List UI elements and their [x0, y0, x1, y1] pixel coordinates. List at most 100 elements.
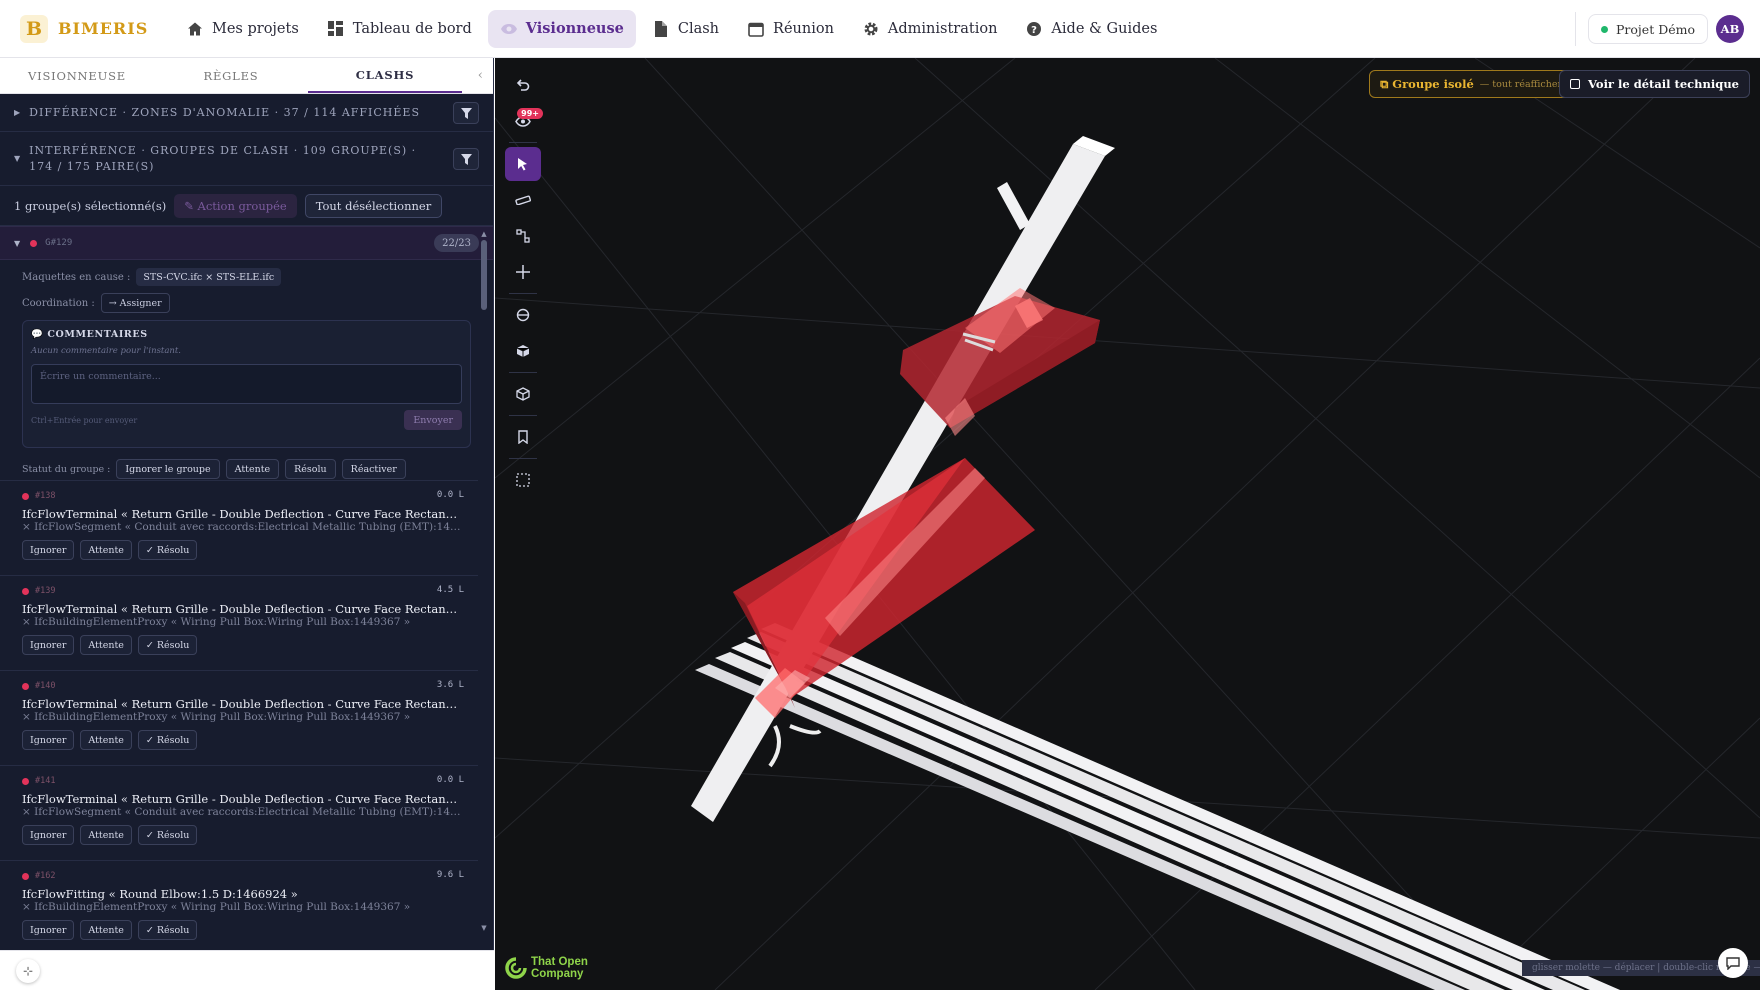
top-right-area: Projet Démo AB — [1575, 12, 1744, 46]
isolated-group-banner[interactable]: ⧉ Groupe isolé — tout réafficher × — [1369, 70, 1584, 98]
nav-tableau-de-bord[interactable]: Tableau de bord — [315, 10, 484, 48]
undo-icon[interactable] — [505, 68, 541, 102]
filter-button[interactable] — [453, 102, 479, 124]
select-cursor-icon[interactable] — [505, 147, 541, 181]
measure-icon[interactable] — [505, 183, 541, 217]
group-count-badge: 22/23 — [434, 234, 479, 252]
group-models: Maquettes en cause : STS-CVC.ifc × STS-E… — [0, 264, 493, 290]
bookmark-icon[interactable] — [505, 420, 541, 454]
selection-count: 1 groupe(s) sélectionné(s) — [14, 198, 167, 213]
ignore-button[interactable]: Ignorer — [22, 540, 75, 560]
ignore-button[interactable]: Ignorer — [22, 635, 75, 655]
technical-detail-toggle[interactable]: Voir le détail technique — [1559, 70, 1750, 98]
nav-administration[interactable]: Administration — [850, 10, 1010, 48]
clash-pair-item[interactable]: #138 0.0 L IfcFlowTerminal « Return Gril… — [0, 480, 478, 575]
clash-pair-item[interactable]: #141 0.0 L IfcFlowTerminal « Return Gril… — [0, 765, 478, 860]
wait-button[interactable]: Attente — [80, 635, 132, 655]
document-icon — [652, 20, 670, 38]
pair-distance: 0.0 L — [436, 775, 464, 785]
hidden-count-badge: 99+ — [517, 108, 543, 119]
models-value: STS-CVC.ifc × STS-ELE.ifc — [136, 268, 282, 286]
pair-element-a: IfcFlowFitting « Round Elbow:1.5 D:14669… — [22, 887, 298, 901]
filter-button[interactable] — [453, 148, 479, 170]
reactivate-group-button[interactable]: Réactiver — [341, 459, 406, 479]
wait-button[interactable]: Attente — [80, 920, 132, 940]
resolve-button[interactable]: ✓ Résolu — [137, 730, 198, 750]
crosshair-icon[interactable] — [505, 255, 541, 289]
wait-group-button[interactable]: Attente — [225, 459, 280, 479]
pair-element-b: × IfcFlowSegment « Conduit avec raccords… — [22, 521, 464, 533]
that-open-company-logo: That Open Company — [505, 956, 588, 980]
clash-group-header[interactable]: ▼ G#129 22/23 — [0, 226, 493, 260]
pair-element-b: × IfcBuildingElementProxy « Wiring Pull … — [22, 901, 411, 913]
section-difference[interactable]: ▶ DIFFÉRENCE · ZONES D'ANOMALIE · 37 / 1… — [0, 94, 493, 132]
project-selector[interactable]: Projet Démo — [1588, 14, 1708, 44]
pair-element-b: × IfcBuildingElementProxy « Wiring Pull … — [22, 616, 411, 628]
wait-button[interactable]: Attente — [80, 540, 132, 560]
visibility-icon[interactable]: 99+ — [505, 104, 543, 138]
resolve-button[interactable]: ✓ Résolu — [137, 920, 198, 940]
3d-viewport[interactable]: 99+ ⧉ Groupe isolé — tout réafficher × V… — [495, 58, 1760, 990]
section-interference[interactable]: ▼ INTERFÉRENCE · GROUPES DE CLASH · 109 … — [0, 132, 493, 186]
wireframe-cube-icon[interactable] — [505, 377, 541, 411]
resolve-button[interactable]: ✓ Résolu — [137, 635, 198, 655]
ignore-button[interactable]: Ignorer — [22, 825, 75, 845]
solid-cube-icon[interactable] — [505, 334, 541, 368]
box-select-icon[interactable] — [505, 463, 541, 497]
dashboard-icon — [327, 20, 345, 38]
dock-toggle-icon[interactable]: ⊹ — [16, 959, 40, 983]
isolated-label: Groupe isolé — [1392, 77, 1474, 91]
pair-element-a: IfcFlowTerminal « Return Grille - Double… — [22, 792, 464, 806]
deselect-all-button[interactable]: Tout désélectionner — [304, 193, 443, 218]
collapse-panel-icon[interactable]: ‹ — [478, 68, 483, 83]
scroll-up-icon[interactable]: ▲ — [479, 230, 489, 238]
collapse-triangle-icon: ▼ — [14, 154, 22, 163]
expand-triangle-icon: ▶ — [14, 108, 22, 117]
scroll-thumb[interactable] — [481, 240, 487, 310]
pair-distance: 3.6 L — [436, 680, 464, 690]
ignore-button[interactable]: Ignorer — [22, 920, 75, 940]
filter-icon — [460, 107, 472, 119]
section-interference-title: INTERFÉRENCE · GROUPES DE CLASH · 109 GR… — [29, 143, 417, 173]
group-id: G#129 — [45, 238, 73, 248]
tab-visionneuse[interactable]: VISIONNEUSE — [0, 58, 154, 93]
panel-scrollbar[interactable]: ▲ ▼ — [479, 230, 489, 940]
nav-clash[interactable]: Clash — [640, 10, 731, 48]
clash-pair-item[interactable]: #162 9.6 L IfcFlowFitting « Round Elbow:… — [0, 860, 478, 955]
send-comment-button[interactable]: Envoyer — [404, 410, 462, 430]
comment-input[interactable] — [31, 364, 462, 404]
tab-clashs[interactable]: CLASHS — [308, 58, 462, 93]
ignore-group-button[interactable]: Ignorer le groupe — [116, 459, 220, 479]
svg-text:?: ? — [1032, 25, 1038, 36]
clash-pair-list: #138 0.0 L IfcFlowTerminal « Return Gril… — [0, 480, 478, 955]
wait-button[interactable]: Attente — [80, 825, 132, 845]
tab-regles[interactable]: RÈGLES — [154, 58, 308, 93]
nav-aide-guides[interactable]: ? Aide & Guides — [1013, 10, 1169, 48]
wait-button[interactable]: Attente — [80, 730, 132, 750]
resolve-button[interactable]: ✓ Résolu — [137, 540, 198, 560]
chat-bubble-icon[interactable] — [1718, 948, 1748, 978]
clash-pair-item[interactable]: #140 3.6 L IfcFlowTerminal « Return Gril… — [0, 670, 478, 765]
nav-mes-projets[interactable]: Mes projets — [174, 10, 311, 48]
gear-icon — [862, 20, 880, 38]
selection-bar: 1 groupe(s) sélectionné(s) ✎ Action grou… — [0, 186, 493, 226]
resolve-button[interactable]: ✓ Résolu — [137, 825, 198, 845]
comments-title: 💬 COMMENTAIRES — [31, 329, 148, 340]
group-coordination: Coordination : → Assigner — [0, 290, 493, 316]
resolve-group-button[interactable]: Résolu — [285, 459, 336, 479]
scroll-down-icon[interactable]: ▼ — [479, 924, 489, 932]
app-logo[interactable]: B BIMERIS — [20, 14, 170, 43]
nav-reunion[interactable]: Réunion — [735, 10, 846, 48]
assign-button[interactable]: → Assigner — [100, 293, 170, 313]
clash-status-dot — [30, 239, 38, 247]
user-avatar[interactable]: AB — [1716, 15, 1744, 43]
pair-id: #140 — [35, 681, 56, 691]
3d-scene[interactable] — [495, 58, 1760, 990]
models-label: Maquettes en cause : — [22, 271, 131, 283]
section-plane-icon[interactable] — [505, 298, 541, 332]
ignore-button[interactable]: Ignorer — [22, 730, 75, 750]
clash-pair-item[interactable]: #139 4.5 L IfcFlowTerminal « Return Gril… — [0, 575, 478, 670]
nav-visionneuse[interactable]: Visionneuse — [487, 9, 636, 48]
bulk-action-button[interactable]: ✎ Action groupée — [174, 193, 297, 218]
node-link-icon[interactable] — [505, 219, 541, 253]
